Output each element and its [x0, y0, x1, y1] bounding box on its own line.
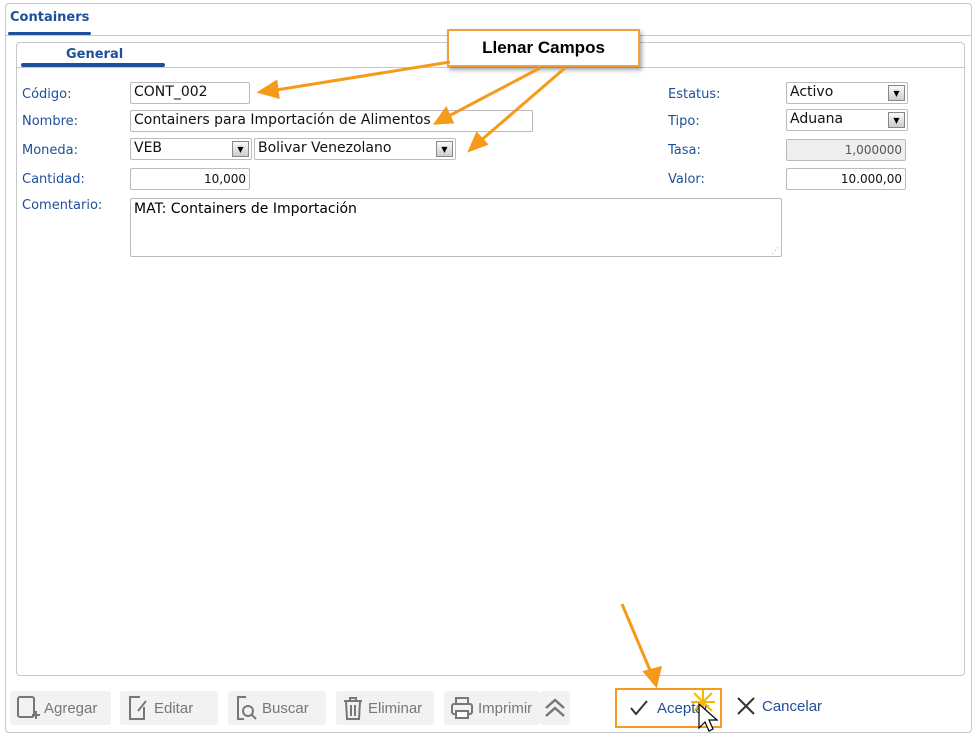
- cantidad-label: Cantidad:: [22, 172, 85, 187]
- cantidad-input[interactable]: 10,000: [130, 168, 250, 190]
- printer-icon: [451, 697, 473, 719]
- editar-button[interactable]: Editar: [120, 691, 218, 725]
- estatus-value: Activo: [790, 84, 834, 100]
- comentario-value: MAT: Containers de Importación: [134, 201, 357, 217]
- moneda-code-value: VEB: [134, 140, 163, 156]
- chevron-down-icon[interactable]: ▼: [232, 141, 249, 157]
- divider: [16, 67, 965, 68]
- tipo-label: Tipo:: [668, 114, 700, 129]
- editar-label: Editar: [154, 699, 194, 717]
- moneda-label: Moneda:: [22, 143, 79, 158]
- edit-icon: [129, 696, 147, 720]
- agregar-button[interactable]: Agregar: [10, 691, 111, 725]
- cancelar-button[interactable]: Cancelar: [736, 696, 822, 716]
- moneda-code-select[interactable]: VEB ▼: [130, 138, 252, 160]
- aceptar-button[interactable]: Aceptar: [615, 688, 722, 728]
- eliminar-button[interactable]: Eliminar: [336, 691, 434, 725]
- comentario-label: Comentario:: [22, 198, 103, 213]
- comentario-textarea[interactable]: MAT: Containers de Importación ⋰: [130, 198, 782, 257]
- collapse-button[interactable]: [540, 691, 570, 725]
- buscar-button[interactable]: Buscar: [228, 691, 326, 725]
- moneda-name-value: Bolivar Venezolano: [258, 140, 392, 156]
- estatus-select[interactable]: Activo ▼: [786, 82, 908, 104]
- add-icon: [17, 696, 40, 719]
- resize-grip-icon[interactable]: ⋰: [771, 246, 779, 255]
- codigo-label: Código:: [22, 87, 72, 102]
- valor-input[interactable]: 10.000,00: [786, 168, 906, 190]
- chevron-down-icon[interactable]: ▼: [888, 112, 905, 128]
- nombre-label: Nombre:: [22, 114, 79, 129]
- tab-general[interactable]: General: [66, 47, 123, 62]
- tab-containers[interactable]: Containers: [10, 10, 89, 25]
- nombre-input[interactable]: Containers para Importación de Alimentos: [130, 110, 533, 132]
- codigo-input[interactable]: CONT_002: [130, 82, 250, 104]
- tasa-label: Tasa:: [668, 143, 701, 158]
- search-icon: [237, 696, 257, 720]
- moneda-name-select[interactable]: Bolivar Venezolano ▼: [254, 138, 456, 160]
- valor-label: Valor:: [668, 172, 705, 187]
- tasa-input: 1,000000: [786, 139, 906, 161]
- agregar-label: Agregar: [44, 699, 98, 717]
- imprimir-button[interactable]: Imprimir: [444, 691, 540, 725]
- callout-llenar-campos: Llenar Campos: [447, 29, 640, 67]
- chevron-double-up-icon: [545, 698, 565, 717]
- aceptar-label: Aceptar: [657, 699, 709, 717]
- tipo-value: Aduana: [790, 111, 844, 127]
- chevron-down-icon[interactable]: ▼: [888, 85, 905, 101]
- check-icon: [630, 700, 648, 716]
- estatus-label: Estatus:: [668, 87, 721, 102]
- chevron-down-icon[interactable]: ▼: [436, 141, 453, 157]
- buscar-label: Buscar: [262, 699, 309, 717]
- cancelar-label: Cancelar: [762, 697, 823, 715]
- tipo-select[interactable]: Aduana ▼: [786, 109, 908, 131]
- close-icon: [737, 697, 755, 715]
- eliminar-label: Eliminar: [368, 699, 423, 717]
- trash-icon: [344, 697, 362, 720]
- imprimir-label: Imprimir: [478, 699, 533, 717]
